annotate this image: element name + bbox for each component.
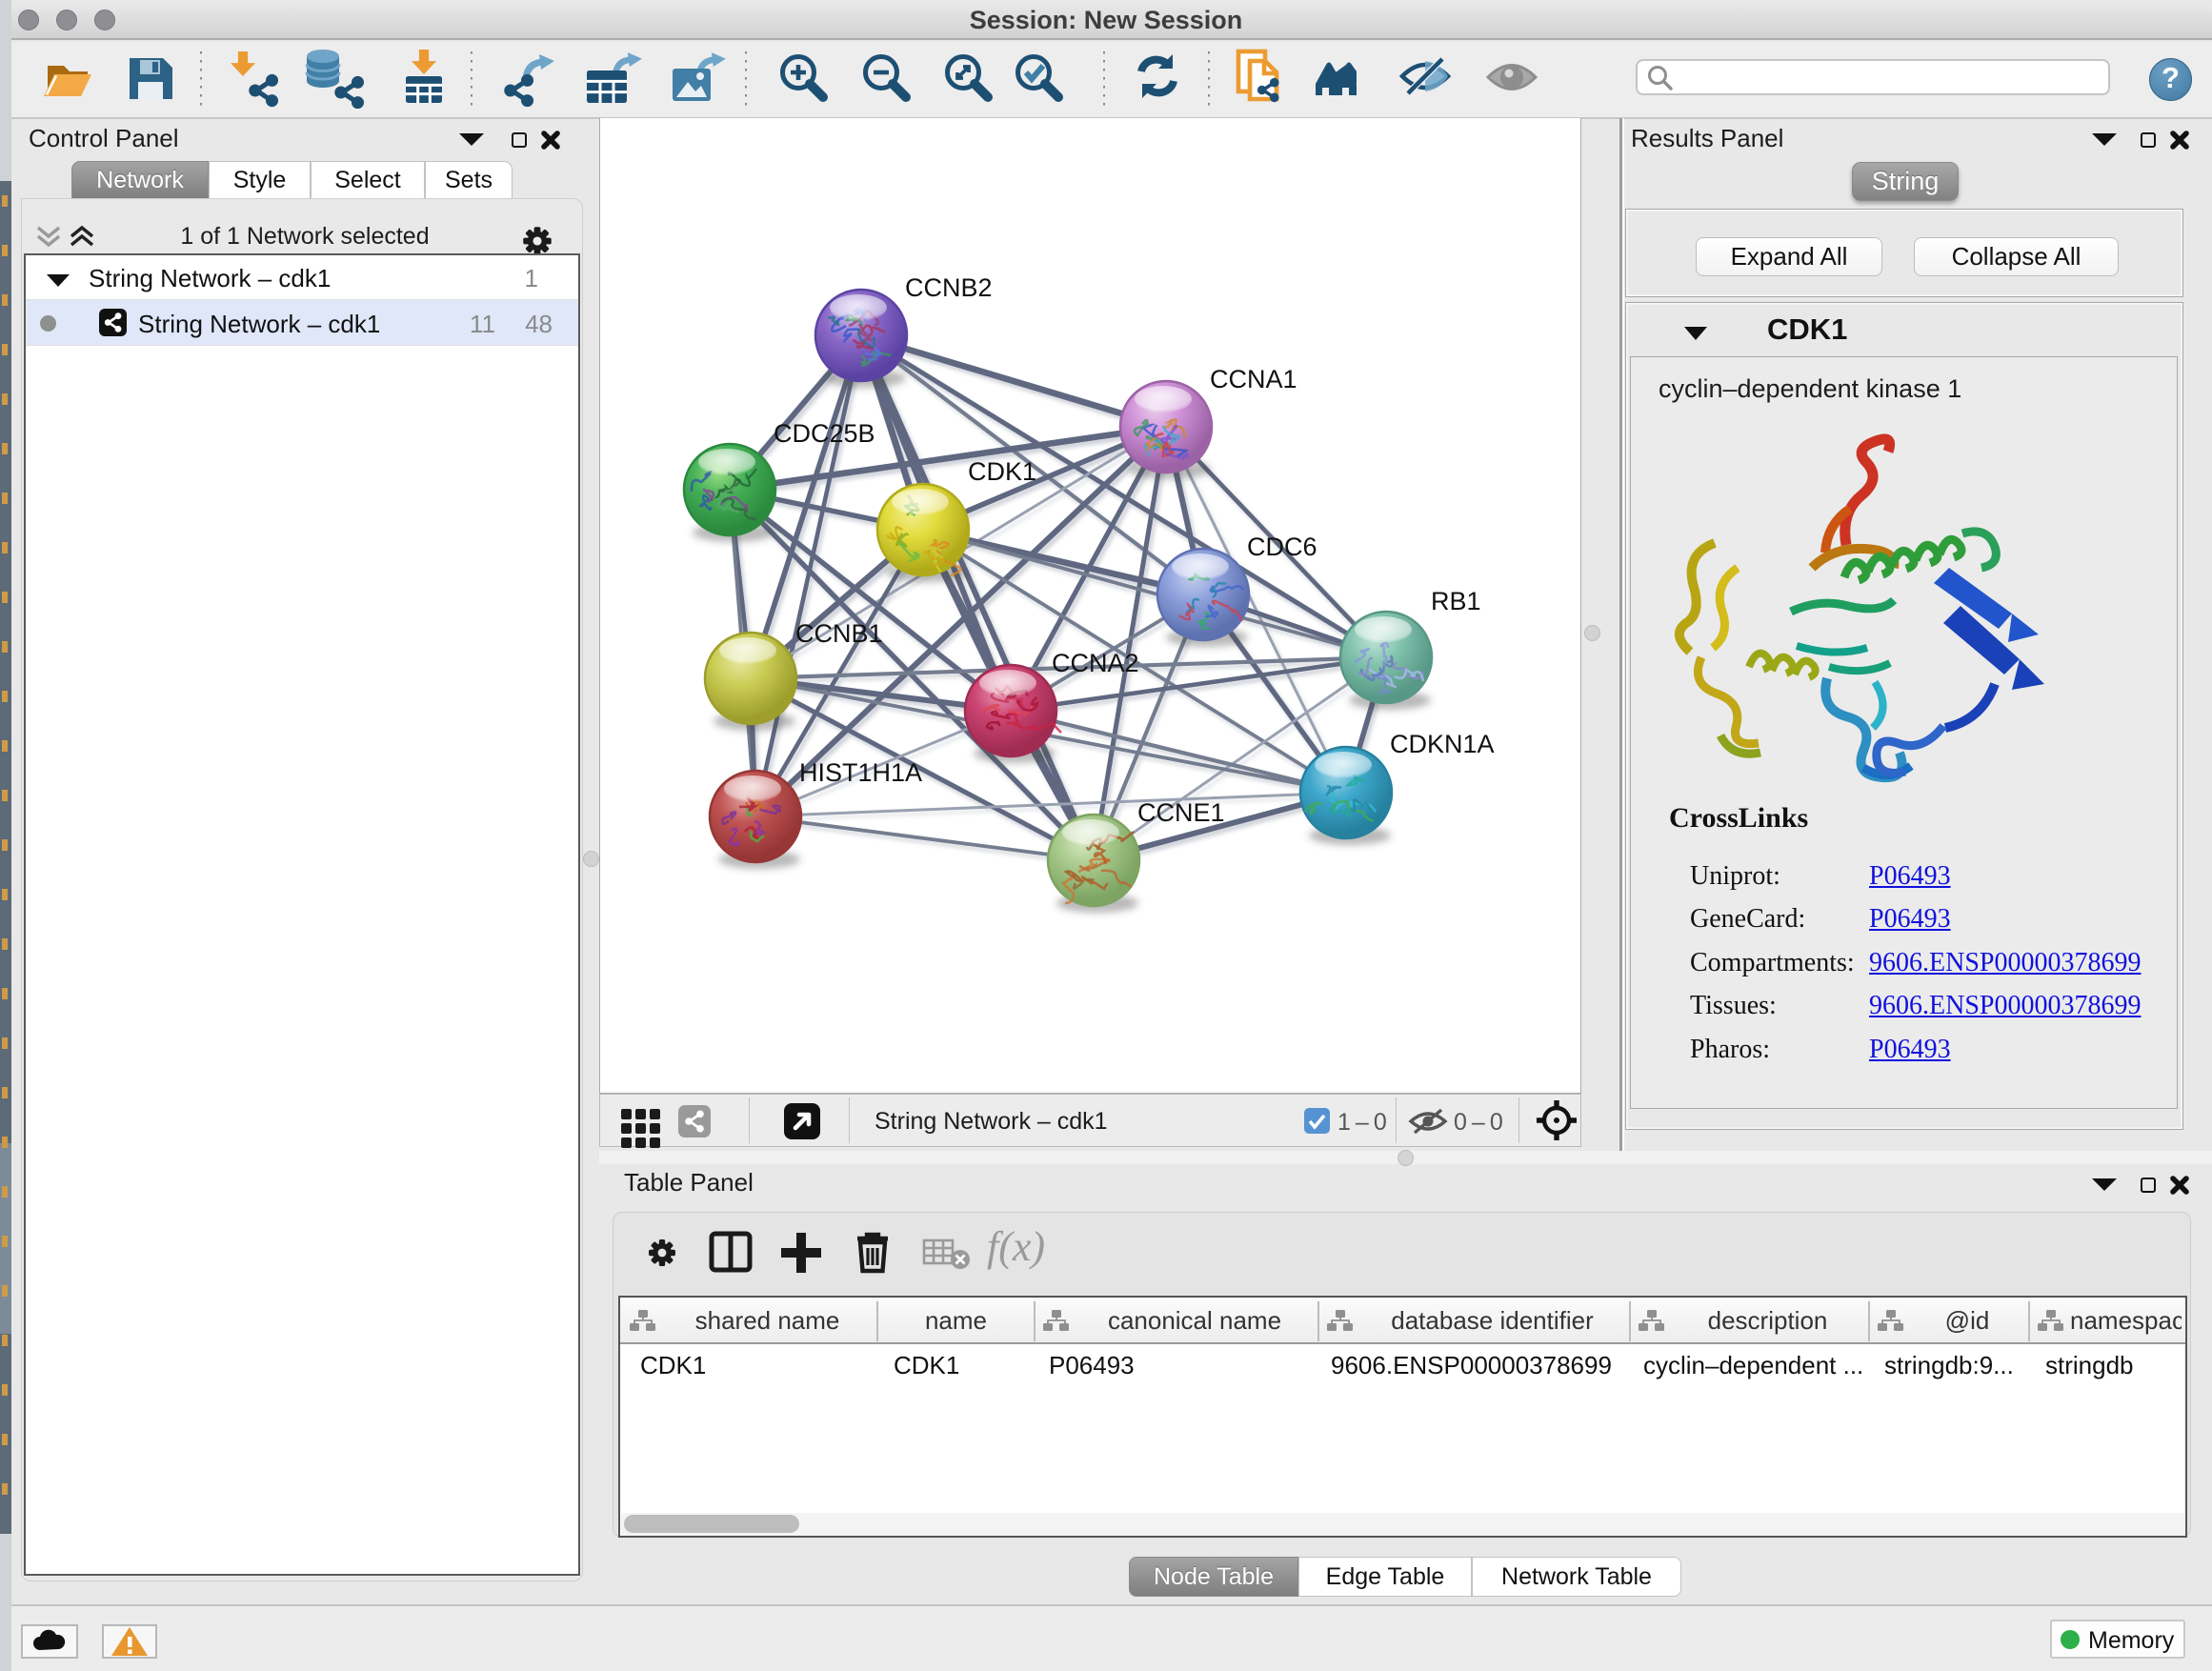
svg-text:CCNA2: CCNA2 [1052,649,1139,677]
svg-text:CDC25B: CDC25B [774,419,875,448]
svg-text:CDK1: CDK1 [968,457,1036,486]
svg-text:RB1: RB1 [1431,587,1481,615]
svg-text:HIST1H1A: HIST1H1A [799,758,922,787]
svg-text:CCNB1: CCNB1 [795,619,883,648]
svg-text:CCNB2: CCNB2 [905,273,993,302]
svg-text:CDC6: CDC6 [1247,533,1317,561]
svg-text:CCNE1: CCNE1 [1137,798,1225,827]
svg-text:CCNA1: CCNA1 [1210,365,1297,393]
svg-text:CDKN1A: CDKN1A [1390,730,1495,758]
